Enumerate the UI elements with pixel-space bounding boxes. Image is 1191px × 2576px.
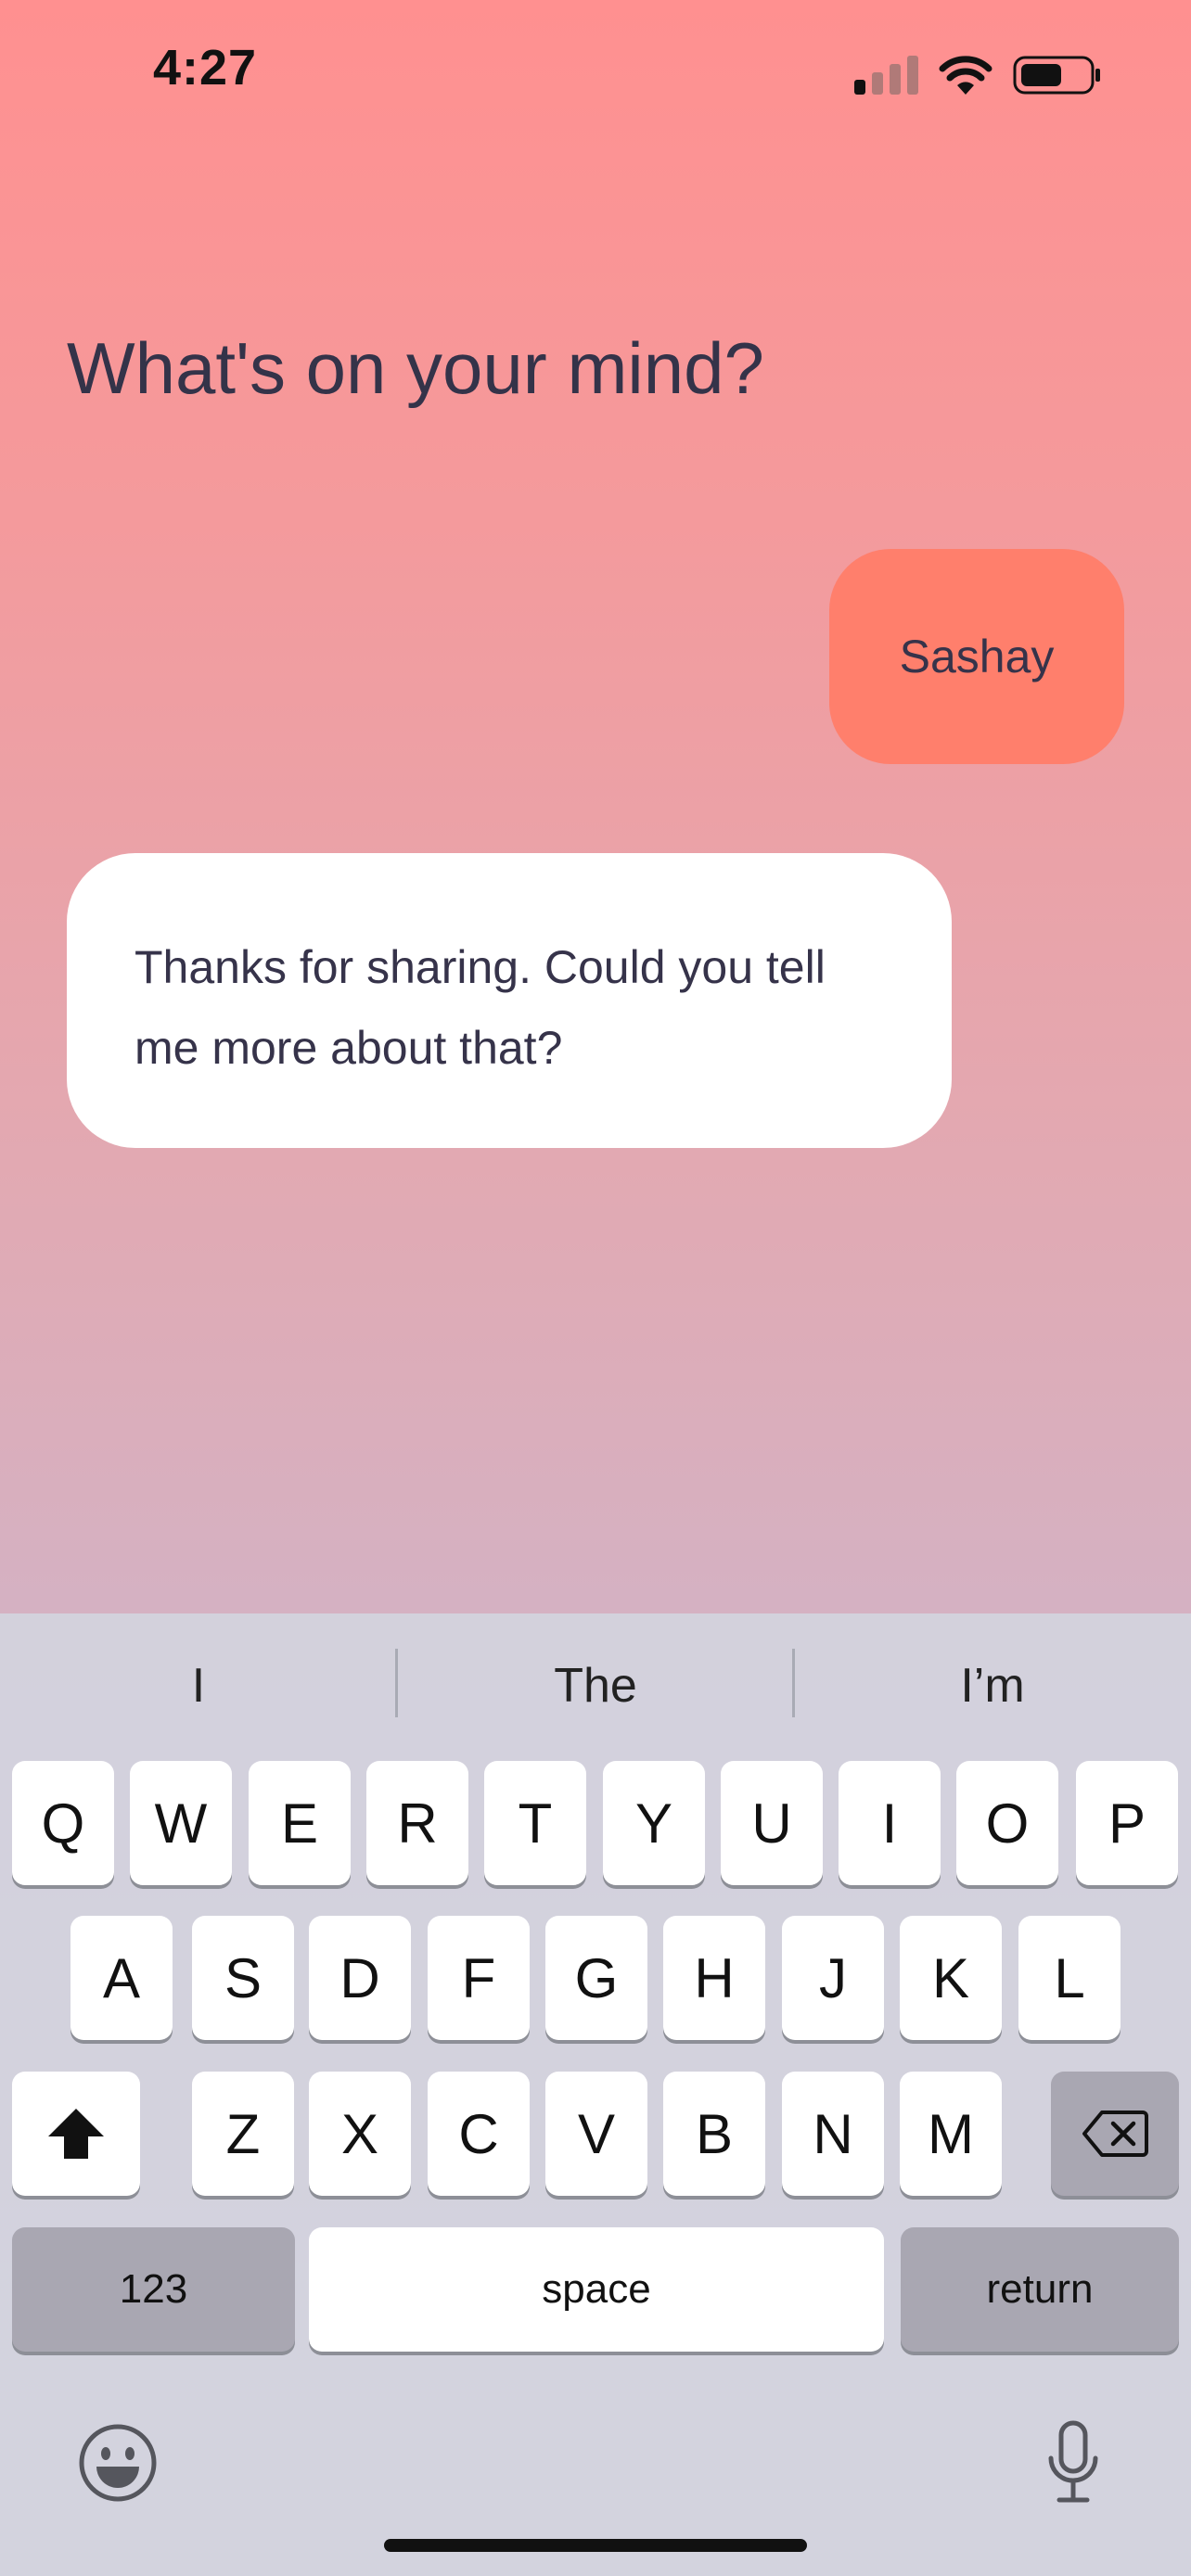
- key[interactable]: W: [130, 1761, 232, 1885]
- user-message-text: Sashay: [899, 631, 1055, 682]
- key[interactable]: F: [428, 1916, 530, 2040]
- key[interactable]: V: [545, 2072, 647, 2196]
- status-time: 4:27: [153, 40, 258, 96]
- home-indicator[interactable]: [384, 2539, 807, 2552]
- key[interactable]: R: [366, 1761, 468, 1885]
- key[interactable]: M: [900, 2072, 1002, 2196]
- delete-icon: [1082, 2111, 1148, 2157]
- key[interactable]: O: [956, 1761, 1058, 1885]
- prediction-bar: I The I’m: [0, 1613, 1191, 1758]
- bot-message-bubble: Thanks for sharing. Could you tell me mo…: [67, 853, 952, 1148]
- return-key[interactable]: return: [901, 2227, 1179, 2352]
- key[interactable]: T: [484, 1761, 586, 1885]
- user-message-bubble: Sashay: [829, 549, 1124, 764]
- key[interactable]: C: [428, 2072, 530, 2196]
- prediction-item[interactable]: I: [0, 1613, 397, 1758]
- shift-icon: [48, 2109, 104, 2159]
- key[interactable]: X: [309, 2072, 411, 2196]
- key[interactable]: U: [721, 1761, 823, 1885]
- key[interactable]: Q: [12, 1761, 114, 1885]
- key[interactable]: N: [782, 2072, 884, 2196]
- emoji-icon[interactable]: [78, 2423, 158, 2503]
- numbers-key[interactable]: 123: [12, 2227, 295, 2352]
- keyboard: I The I’m Q W E R T Y U I O P A S D F G …: [0, 1613, 1191, 2576]
- key[interactable]: I: [839, 1761, 941, 1885]
- shift-key[interactable]: [12, 2072, 140, 2196]
- key[interactable]: H: [663, 1916, 765, 2040]
- key[interactable]: S: [192, 1916, 294, 2040]
- key[interactable]: Y: [603, 1761, 705, 1885]
- key[interactable]: K: [900, 1916, 1002, 2040]
- key[interactable]: D: [309, 1916, 411, 2040]
- key[interactable]: B: [663, 2072, 765, 2196]
- key[interactable]: L: [1018, 1916, 1121, 2040]
- status-icons: [854, 46, 1102, 95]
- space-bar[interactable]: space: [309, 2227, 884, 2352]
- delete-key[interactable]: [1051, 2072, 1179, 2196]
- prediction-item[interactable]: I’m: [794, 1613, 1191, 1758]
- page-title: What's on your mind?: [67, 327, 764, 409]
- microphone-icon[interactable]: [1046, 2420, 1100, 2506]
- wifi-icon: [939, 56, 992, 95]
- prediction-item[interactable]: The: [397, 1613, 794, 1758]
- key[interactable]: G: [545, 1916, 647, 2040]
- key[interactable]: J: [782, 1916, 884, 2040]
- key[interactable]: E: [249, 1761, 351, 1885]
- key[interactable]: Z: [192, 2072, 294, 2196]
- battery-icon: [1013, 56, 1100, 95]
- key[interactable]: A: [70, 1916, 173, 2040]
- bot-message-text: Thanks for sharing. Could you tell me mo…: [134, 941, 826, 1074]
- key[interactable]: P: [1076, 1761, 1178, 1885]
- status-bar: 4:27: [0, 0, 1191, 139]
- cellular-signal-icon: [854, 52, 918, 95]
